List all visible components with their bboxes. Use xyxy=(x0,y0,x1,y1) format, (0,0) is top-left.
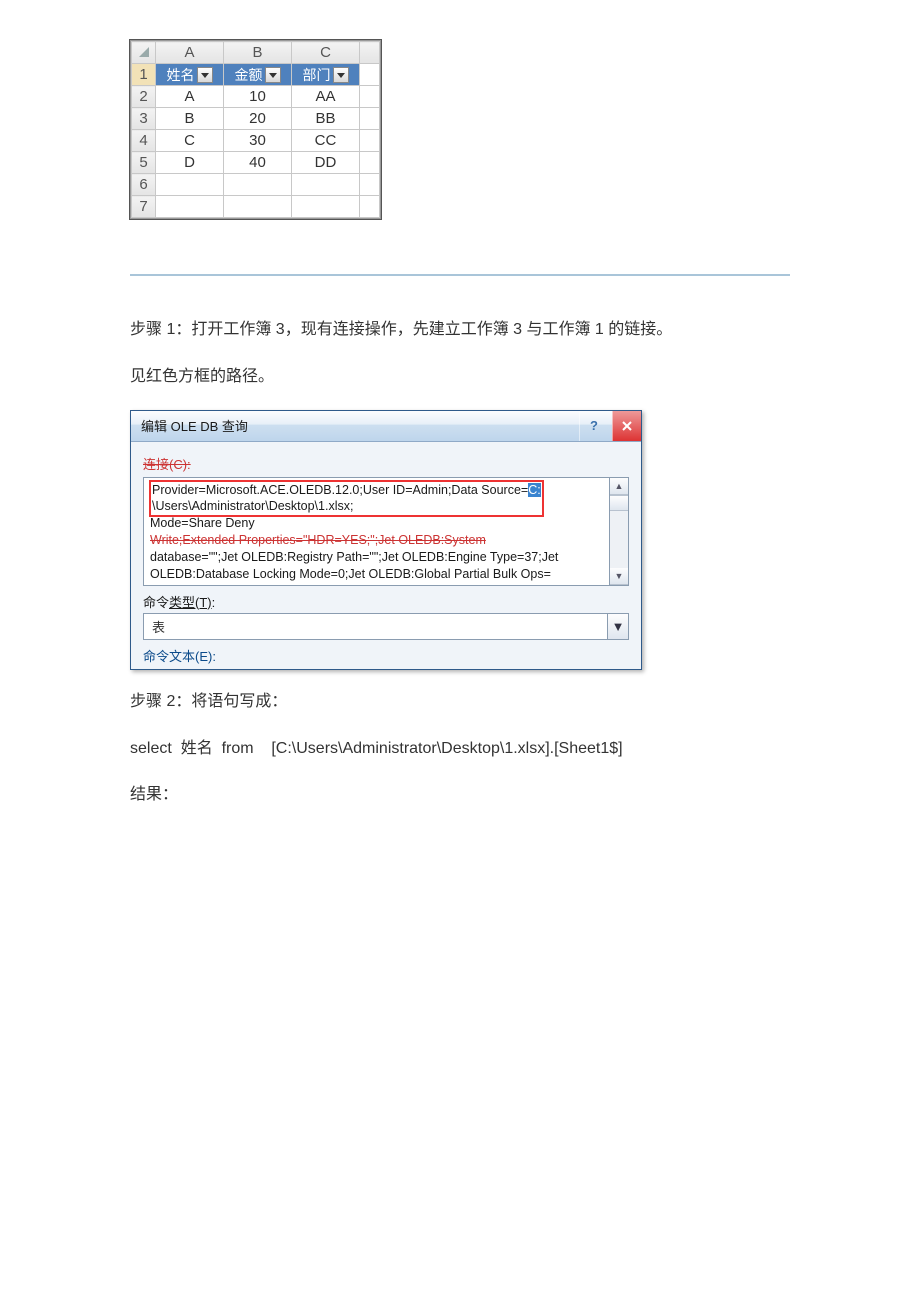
filter-dropdown-icon[interactable] xyxy=(197,67,213,83)
conn-text: database="";Jet OLEDB:Registry Path="";J… xyxy=(150,550,558,564)
command-type-label: 命令类型(T): xyxy=(143,592,629,611)
filter-header-name: 姓名 xyxy=(156,64,224,86)
row-header-1: 1 xyxy=(132,64,156,86)
conn-text: Mode=Share Deny xyxy=(150,516,255,530)
dialog-titlebar: 编辑 OLE DB 查询 ? xyxy=(131,411,641,442)
command-text-label: 命令文本(E): xyxy=(143,646,629,665)
scroll-up-icon[interactable]: ▲ xyxy=(610,478,628,495)
cell-empty xyxy=(292,174,360,196)
cell: C xyxy=(156,130,224,152)
cell-empty xyxy=(156,196,224,218)
close-button[interactable] xyxy=(612,411,641,441)
cell-empty xyxy=(360,130,380,152)
cell-empty xyxy=(360,196,380,218)
excel-corner xyxy=(132,42,156,64)
row-header-4: 4 xyxy=(132,130,156,152)
col-header-B: B xyxy=(224,42,292,64)
cell: AA xyxy=(292,86,360,108)
cell-empty xyxy=(360,152,380,174)
col-header-C: C xyxy=(292,42,360,64)
cell: B xyxy=(156,108,224,130)
close-icon xyxy=(622,421,632,431)
sql-text: select 姓名 from [C:\Users\Administrator\D… xyxy=(130,735,790,764)
cell-empty xyxy=(224,174,292,196)
row-header-5: 5 xyxy=(132,152,156,174)
step1-text: 步骤 1：打开工作簿 3，现有连接操作，先建立工作簿 3 与工作簿 1 的链接。 xyxy=(130,316,790,345)
cell: DD xyxy=(292,152,360,174)
separator xyxy=(130,274,790,276)
cell-empty xyxy=(360,86,380,108)
connection-label: 连接(C): xyxy=(143,454,629,473)
cell: 40 xyxy=(224,152,292,174)
scroll-thumb[interactable] xyxy=(610,495,628,511)
col-header-extra xyxy=(360,42,380,64)
row-header-2: 2 xyxy=(132,86,156,108)
cell: BB xyxy=(292,108,360,130)
cell-empty xyxy=(360,108,380,130)
conn-text: \Users\Administrator\Desktop\1.xlsx; xyxy=(152,499,353,513)
filter-label: 金额 xyxy=(235,65,263,85)
row-header-3: 3 xyxy=(132,108,156,130)
scrollbar[interactable]: ▲ ▼ xyxy=(610,477,629,586)
cell: CC xyxy=(292,130,360,152)
cell: 20 xyxy=(224,108,292,130)
cell: D xyxy=(156,152,224,174)
excel-screenshot: A B C 1 姓名 金额 部门 xyxy=(130,40,381,219)
filter-dropdown-icon[interactable] xyxy=(333,67,349,83)
conn-text-strike: Write;Extended Properties="HDR=YES;";Jet… xyxy=(150,533,486,547)
connection-textarea[interactable]: Provider=Microsoft.ACE.OLEDB.12.0;User I… xyxy=(143,477,610,586)
cell-empty xyxy=(224,196,292,218)
filter-dropdown-icon[interactable] xyxy=(265,67,281,83)
col-header-A: A xyxy=(156,42,224,64)
scroll-down-icon[interactable]: ▼ xyxy=(610,568,628,585)
filter-label: 姓名 xyxy=(167,65,195,85)
row-header-6: 6 xyxy=(132,174,156,196)
filter-header-amount: 金额 xyxy=(224,64,292,86)
command-type-select[interactable]: 表 xyxy=(143,613,608,640)
cell: A xyxy=(156,86,224,108)
filter-label: 部门 xyxy=(303,65,331,85)
cell-empty xyxy=(156,174,224,196)
filter-header-dept: 部门 xyxy=(292,64,360,86)
step2-text: 步骤 2：将语句写成： xyxy=(130,688,790,717)
cell-empty xyxy=(360,174,380,196)
conn-text-highlight: C: xyxy=(528,483,541,497)
cell-empty xyxy=(360,64,380,86)
conn-text: Provider=Microsoft.ACE.OLEDB.12.0;User I… xyxy=(152,483,528,497)
dialog-title: 编辑 OLE DB 查询 xyxy=(141,416,248,435)
cell-empty xyxy=(292,196,360,218)
chevron-down-icon[interactable]: ▼ xyxy=(608,613,629,640)
result-label: 结果： xyxy=(130,781,790,810)
cell: 10 xyxy=(224,86,292,108)
step1-note: 见红色方框的路径。 xyxy=(130,363,790,392)
oledb-dialog: 编辑 OLE DB 查询 ? 连接(C): Provider=Microsoft… xyxy=(130,410,642,670)
conn-text: OLEDB:Database Locking Mode=0;Jet OLEDB:… xyxy=(150,567,551,581)
row-header-7: 7 xyxy=(132,196,156,218)
help-button[interactable]: ? xyxy=(579,411,608,441)
cell: 30 xyxy=(224,130,292,152)
